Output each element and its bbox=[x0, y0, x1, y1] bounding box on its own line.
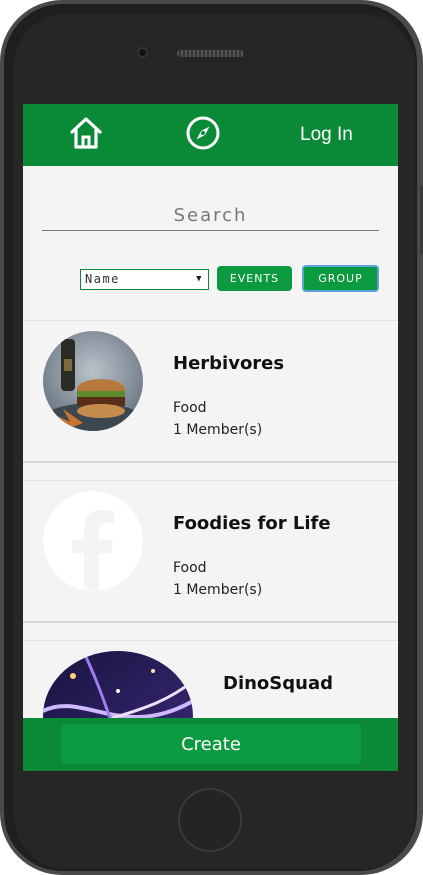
app-screen: Log In Name ▼ EVENTS GROUP bbox=[23, 104, 398, 771]
nav-home-button[interactable] bbox=[68, 115, 104, 151]
phone-home-button bbox=[178, 788, 242, 852]
home-icon bbox=[70, 117, 102, 149]
group-category: Food bbox=[173, 560, 207, 576]
earpiece-speaker bbox=[177, 50, 244, 57]
bottom-action-bar: Create bbox=[23, 718, 398, 771]
group-member-count: 1 Member(s) bbox=[173, 422, 263, 438]
group-card[interactable]: Foodies for Life Food 1 Member(s) bbox=[23, 480, 398, 623]
group-button[interactable]: GROUP bbox=[302, 265, 379, 292]
group-title: DinoSquad bbox=[223, 673, 333, 694]
group-title: Foodies for Life bbox=[173, 513, 331, 534]
login-link[interactable]: Log In bbox=[300, 124, 353, 146]
top-nav-bar: Log In bbox=[23, 104, 398, 166]
sort-select-value: Name bbox=[85, 272, 120, 286]
front-camera bbox=[137, 47, 148, 58]
nav-explore-button[interactable] bbox=[185, 115, 221, 151]
events-button[interactable]: EVENTS bbox=[217, 266, 292, 291]
group-image bbox=[43, 491, 143, 591]
group-card[interactable]: Herbivores Food 1 Member(s) bbox=[23, 320, 398, 463]
group-image bbox=[43, 331, 143, 431]
phone-frame: Log In Name ▼ EVENTS GROUP bbox=[0, 0, 423, 875]
sort-select[interactable]: Name ▼ bbox=[80, 269, 209, 290]
compass-icon bbox=[186, 116, 220, 150]
group-title: Herbivores bbox=[173, 353, 285, 374]
search-input[interactable] bbox=[42, 201, 379, 230]
chevron-down-icon: ▼ bbox=[196, 274, 203, 284]
create-button[interactable]: Create bbox=[61, 724, 361, 764]
group-member-count: 1 Member(s) bbox=[173, 582, 263, 598]
group-category: Food bbox=[173, 400, 207, 416]
facebook-icon bbox=[43, 491, 143, 591]
search-field-wrap bbox=[42, 201, 379, 231]
